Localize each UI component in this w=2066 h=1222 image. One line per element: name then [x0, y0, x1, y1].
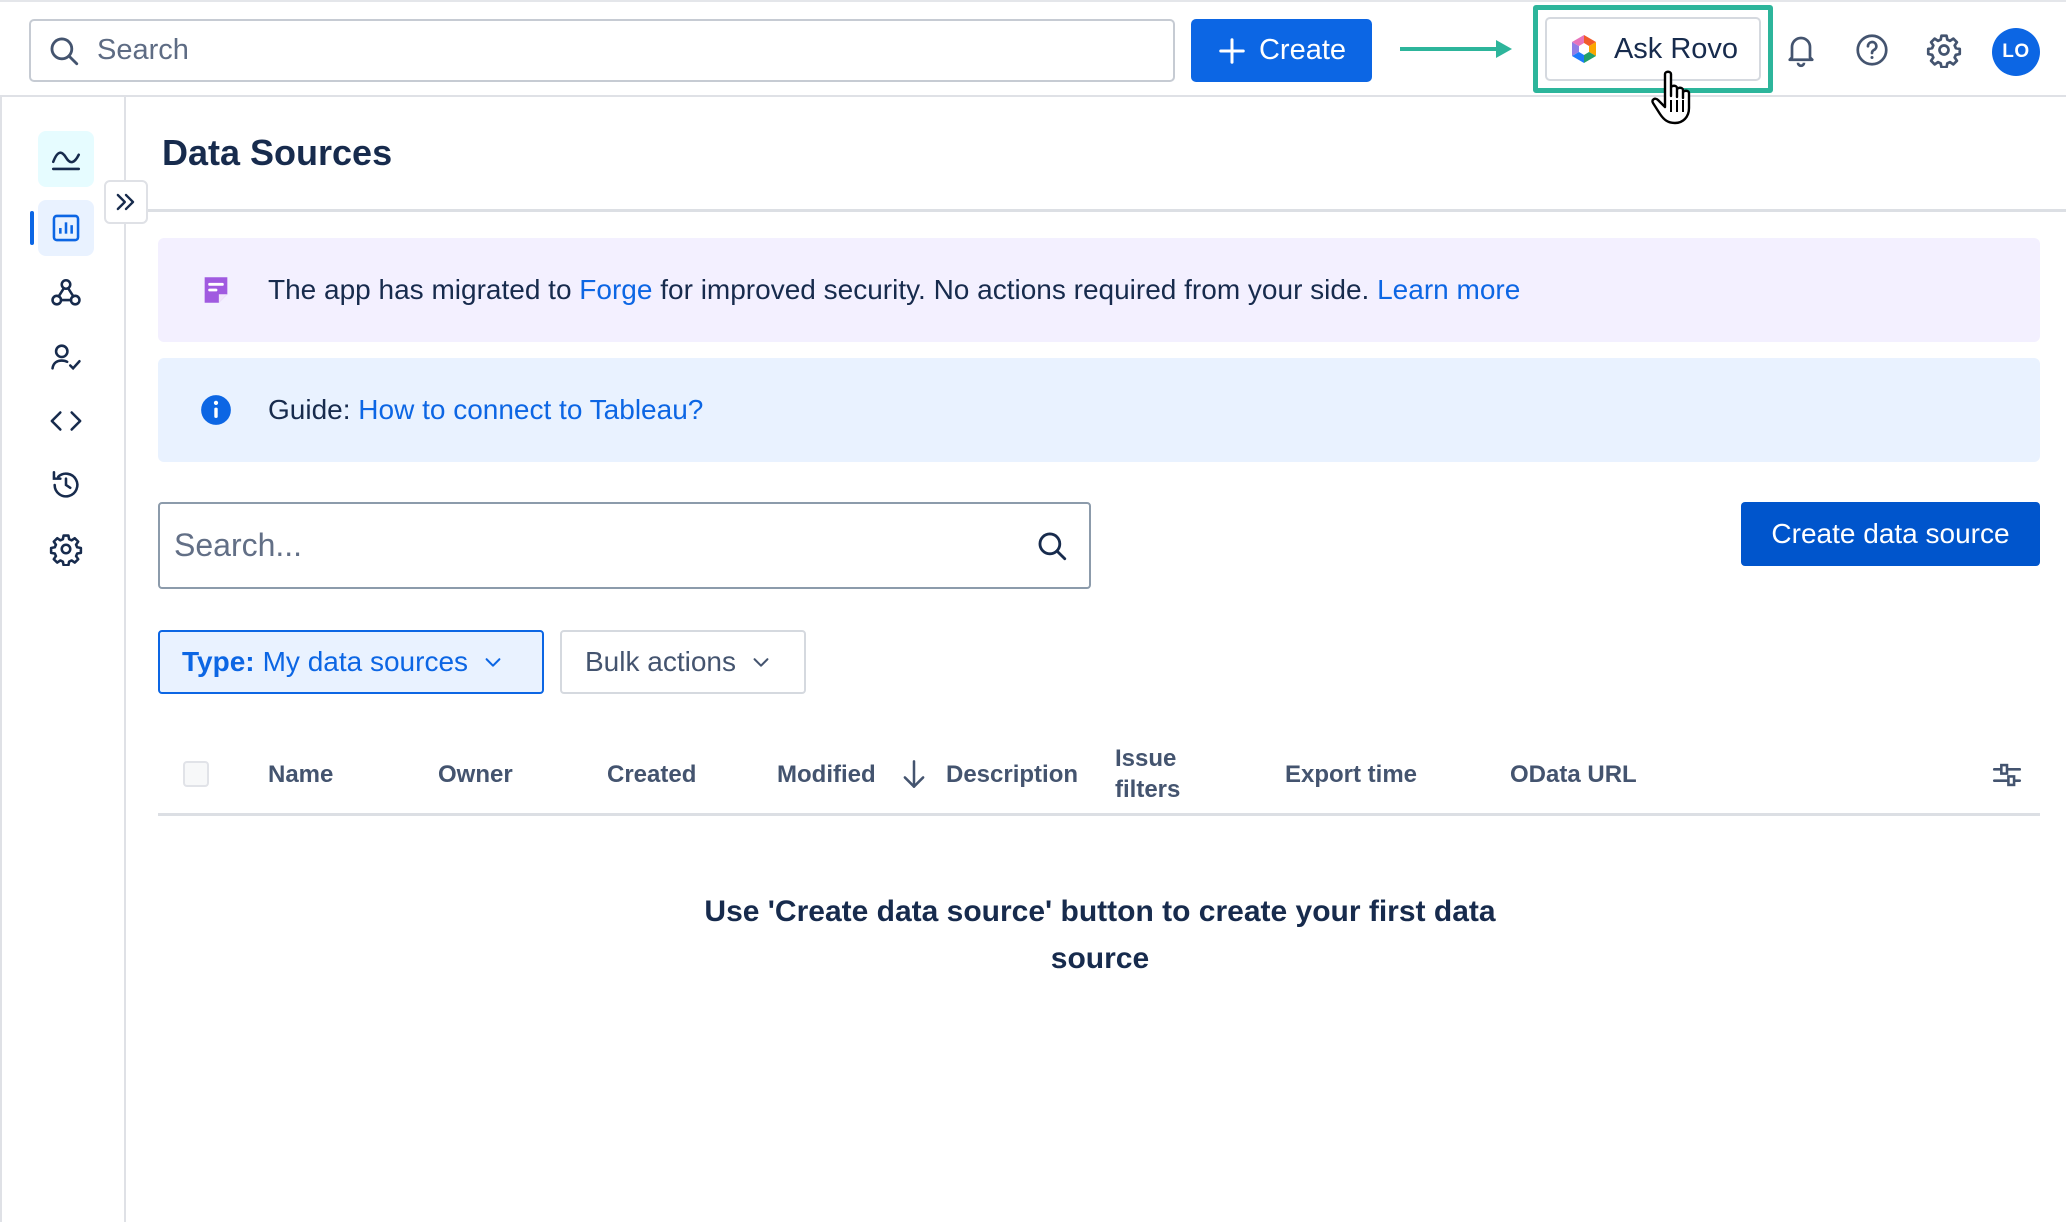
- sidebar-item-home[interactable]: [38, 131, 94, 187]
- double-chevron-right-icon: [116, 193, 135, 211]
- column-header-created[interactable]: Created: [607, 759, 696, 790]
- data-source-search-input[interactable]: [174, 527, 994, 564]
- gear-icon: [1926, 34, 1962, 68]
- column-header-name[interactable]: Name: [268, 759, 333, 790]
- annotation-arrow-icon: [1400, 40, 1512, 58]
- sidebar-item-history[interactable]: [38, 457, 94, 513]
- data-source-search-box[interactable]: [158, 502, 1091, 589]
- column-header-owner[interactable]: Owner: [438, 759, 513, 790]
- info-icon: [201, 395, 231, 425]
- search-icon: [50, 37, 79, 65]
- code-icon: [50, 411, 82, 431]
- sidebar-item-code[interactable]: [38, 393, 94, 449]
- settings-button[interactable]: [1922, 28, 1966, 72]
- search-icon[interactable]: [1035, 529, 1069, 563]
- create-button-label: Create: [1258, 34, 1347, 66]
- tableau-guide-link[interactable]: How to connect to Tableau?: [358, 394, 703, 425]
- column-header-odata-url[interactable]: OData URL: [1510, 759, 1637, 790]
- expand-sidebar-button[interactable]: [104, 180, 148, 224]
- help-button[interactable]: [1850, 28, 1894, 72]
- help-icon: [1856, 34, 1888, 66]
- forge-link[interactable]: Forge: [579, 274, 652, 305]
- history-icon: [52, 470, 79, 498]
- guide-banner: Guide: How to connect to Tableau?: [158, 358, 2040, 462]
- migration-text-after: for improved security. No actions requir…: [652, 274, 1378, 305]
- column-header-description[interactable]: Description: [946, 759, 1078, 790]
- notifications-button[interactable]: [1779, 28, 1823, 72]
- page-title: Data Sources: [162, 132, 393, 173]
- chevron-down-icon: [485, 658, 501, 667]
- table-header: Name Owner Created Modified Description …: [158, 728, 2040, 816]
- sidebar-item-webhooks[interactable]: [38, 265, 94, 321]
- app-logo-icon: [51, 151, 81, 171]
- sidebar-active-indicator: [30, 211, 34, 245]
- settings-cog-icon: [49, 534, 83, 566]
- chevron-down-icon: [753, 658, 769, 667]
- sidebar-item-permissions[interactable]: [38, 329, 94, 385]
- bar-chart-icon: [52, 214, 80, 242]
- column-header-modified[interactable]: Modified: [777, 759, 876, 790]
- migration-banner: The app has migrated to Forge for improv…: [158, 238, 2040, 342]
- column-header-issue-filters[interactable]: Issue filters: [1115, 743, 1180, 805]
- note-icon: [204, 277, 228, 303]
- guide-prefix: Guide:: [268, 394, 359, 425]
- rovo-logo-icon: [1571, 35, 1596, 63]
- bell-icon: [1788, 36, 1814, 68]
- column-header-export-time[interactable]: Export time: [1285, 759, 1417, 790]
- type-filter-dropdown[interactable]: Type: My data sources: [158, 630, 544, 694]
- plus-icon: [1219, 37, 1245, 64]
- title-divider: [126, 209, 2066, 212]
- left-sidebar: [0, 97, 126, 1222]
- type-filter-label: Type:: [182, 646, 255, 677]
- user-avatar[interactable]: LO: [1992, 28, 2040, 76]
- top-navigation: Create Ask Rovo LO: [0, 0, 2066, 125]
- type-filter-value: My data sources: [262, 646, 469, 677]
- empty-state-message: Use 'Create data source' button to creat…: [704, 895, 1496, 975]
- migration-text-before: The app has migrated to: [268, 274, 580, 305]
- sort-descending-icon[interactable]: [900, 758, 928, 790]
- create-button[interactable]: Create: [1191, 19, 1372, 82]
- sidebar-item-settings[interactable]: [38, 521, 94, 577]
- webhook-icon: [51, 278, 81, 306]
- learn-more-link[interactable]: Learn more: [1377, 274, 1520, 305]
- column-settings-icon[interactable]: [1990, 758, 2024, 792]
- global-search-input[interactable]: [97, 34, 1097, 67]
- global-search-box[interactable]: [29, 19, 1175, 82]
- select-all-checkbox[interactable]: [183, 761, 209, 787]
- create-data-source-button[interactable]: Create data source: [1741, 502, 2040, 566]
- bulk-actions-dropdown[interactable]: Bulk actions: [560, 630, 806, 694]
- user-check-icon: [51, 344, 81, 371]
- sidebar-item-data-sources[interactable]: [38, 200, 94, 256]
- bulk-actions-label: Bulk actions: [585, 646, 736, 677]
- hand-cursor-icon: [1651, 70, 1691, 125]
- ask-rovo-label: Ask Rovo: [1613, 32, 1739, 65]
